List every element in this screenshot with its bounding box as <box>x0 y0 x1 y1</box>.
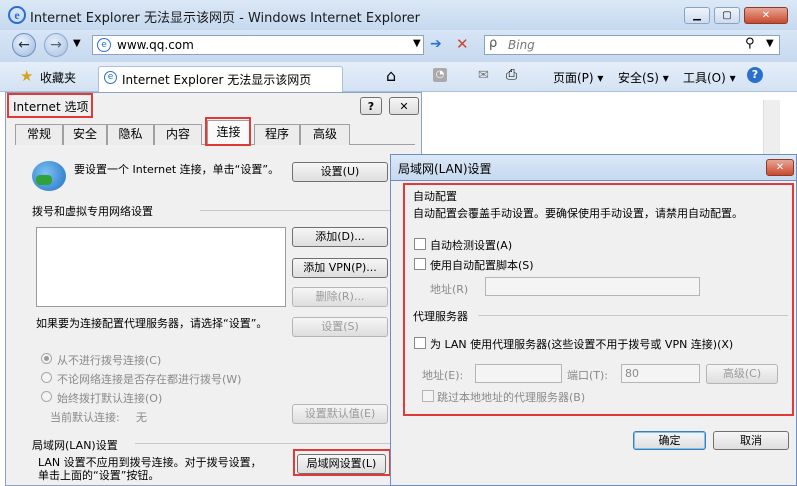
tab-advanced[interactable]: 高级 <box>300 124 350 145</box>
current-default-label: 当前默认连接: <box>50 411 120 424</box>
radio-never-dial[interactable] <box>41 353 52 364</box>
feeds-icon[interactable]: ◔ <box>433 68 447 82</box>
lan-dialog-close-button[interactable]: ✕ <box>766 159 794 176</box>
proxy-divider <box>478 315 788 316</box>
setup-description: 要设置一个 Internet 连接，单击“设置”。 <box>74 163 280 176</box>
search-options-icon[interactable]: ▼ <box>766 38 774 49</box>
safety-menu[interactable]: 安全(S) ▾ <box>618 69 669 86</box>
mail-icon[interactable]: ✉ <box>478 68 489 83</box>
active-tab-highlight-box <box>205 117 251 146</box>
maximize-button[interactable]: ▢ <box>714 7 740 24</box>
add-vpn-button[interactable]: 添加 VPN(P)... <box>292 258 388 278</box>
lan-settings-header: 局域网(LAN)设置 <box>32 439 118 452</box>
print-icon[interactable]: ⎙ <box>506 67 517 83</box>
dialup-divider <box>200 210 390 211</box>
auto-config-header: 自动配置 <box>413 190 457 203</box>
page-menu[interactable]: 页面(P) ▾ <box>553 69 603 86</box>
use-proxy-checkbox[interactable] <box>414 337 426 349</box>
connection-settings-button[interactable]: 设置(S) <box>292 317 388 337</box>
proxy-port-input[interactable]: 80 <box>621 364 700 383</box>
tab-programs[interactable]: 程序 <box>254 124 300 145</box>
lan-divider <box>135 443 390 444</box>
tab-general[interactable]: 常规 <box>15 124 63 145</box>
help-button[interactable]: ? <box>360 97 382 115</box>
address-text[interactable]: www.qq.com <box>117 38 194 52</box>
dialup-vpn-header: 拨号和虚拟专用网络设置 <box>32 205 153 218</box>
search-provider-icon: ρ <box>489 36 498 51</box>
script-address-label: 地址(R) <box>430 283 469 296</box>
radio-dial-whenever[interactable] <box>41 372 52 383</box>
proxy-port-label: 端口(T): <box>567 369 609 382</box>
tab-title[interactable]: Internet Explorer 无法显示该网页 <box>122 71 311 88</box>
go-arrow-icon[interactable]: ➔ <box>430 36 442 52</box>
lan-hint: LAN 设置不应用到拨号连接。对于拨号设置，单击上面的“设置”按钮。 <box>38 456 262 482</box>
tools-menu[interactable]: 工具(O) ▾ <box>683 69 736 86</box>
use-script-checkbox[interactable] <box>414 258 426 270</box>
help-icon[interactable]: ? <box>747 67 763 83</box>
proxy-advanced-button[interactable]: 高级(C) <box>706 364 778 384</box>
favorites-button[interactable]: 收藏夹 <box>40 69 76 86</box>
radio-always-dial-label[interactable]: 始终拨打默认连接(O) <box>57 390 162 406</box>
tab-security[interactable]: 安全 <box>63 124 107 145</box>
dialog-close-button[interactable]: ✕ <box>389 97 419 115</box>
close-window-button[interactable]: ✕ <box>744 7 788 24</box>
radio-dial-whenever-label[interactable]: 不论网络连接是否存在都进行拨号(W) <box>57 371 241 387</box>
tab-privacy[interactable]: 隐私 <box>107 124 154 145</box>
connection-list[interactable] <box>36 227 286 307</box>
address-dropdown-icon[interactable]: ▼ <box>413 38 421 49</box>
setup-button[interactable]: 设置(U) <box>292 162 388 182</box>
stop-icon[interactable]: ✕ <box>456 35 469 53</box>
radio-never-dial-label[interactable]: 从不进行拨号连接(C) <box>57 352 161 368</box>
tab-content[interactable]: 内容 <box>154 124 202 145</box>
ie-logo-icon: e <box>8 6 26 24</box>
remove-button[interactable]: 删除(R)... <box>292 287 388 307</box>
safety-menu-label[interactable]: 安全(S) <box>618 71 659 85</box>
back-button[interactable]: ← <box>12 33 36 57</box>
window-title: Internet Explorer 无法显示该网页 - Windows Inte… <box>30 11 421 26</box>
ok-button[interactable]: 确定 <box>633 431 706 450</box>
proxy-server-header: 代理服务器 <box>413 310 468 323</box>
title-highlight-box <box>7 93 93 118</box>
add-connection-button[interactable]: 添加(D)... <box>292 227 388 247</box>
current-default-value: 无 <box>136 411 147 424</box>
page-icon: e <box>97 38 111 52</box>
use-proxy-label[interactable]: 为 LAN 使用代理服务器(这些设置不用于拨号或 VPN 连接)(X) <box>430 336 733 352</box>
tools-menu-label[interactable]: 工具(O) <box>683 71 726 85</box>
forward-button[interactable]: → <box>44 33 68 57</box>
script-address-input[interactable] <box>485 277 700 296</box>
search-placeholder[interactable]: Bing <box>508 38 535 52</box>
home-icon[interactable]: ⌂ <box>386 66 396 85</box>
use-script-label[interactable]: 使用自动配置脚本(S) <box>430 257 534 273</box>
proxy-hint: 如果要为连接配置代理服务器，请选择“设置”。 <box>36 317 268 330</box>
minimize-button[interactable]: ▁ <box>684 7 710 24</box>
tab-ie-icon: e <box>104 71 117 84</box>
proxy-address-label: 地址(E): <box>422 369 464 382</box>
history-dropdown-icon[interactable]: ▼ <box>73 38 81 49</box>
search-icon[interactable]: ⚲ <box>745 36 755 51</box>
radio-always-dial[interactable] <box>41 391 52 402</box>
proxy-address-input[interactable] <box>475 364 562 383</box>
globe-land-icon <box>36 175 52 185</box>
page-menu-label[interactable]: 页面(P) <box>553 71 594 85</box>
auto-detect-label[interactable]: 自动检测设置(A) <box>430 237 512 253</box>
lan-button-highlight-box <box>293 449 391 476</box>
bypass-local-checkbox[interactable] <box>422 390 434 402</box>
set-default-button[interactable]: 设置默认值(E) <box>292 404 388 424</box>
auto-config-description: 自动配置会覆盖手动设置。要确保使用手动设置，请禁用自动配置。 <box>413 207 743 220</box>
lan-dialog-title: 局域网(LAN)设置 <box>398 162 492 176</box>
cancel-button[interactable]: 取消 <box>713 431 789 450</box>
auto-detect-checkbox[interactable] <box>414 238 426 250</box>
favorites-star-icon[interactable]: ★ <box>20 67 33 85</box>
bypass-local-label[interactable]: 跳过本地地址的代理服务器(B) <box>437 389 585 405</box>
